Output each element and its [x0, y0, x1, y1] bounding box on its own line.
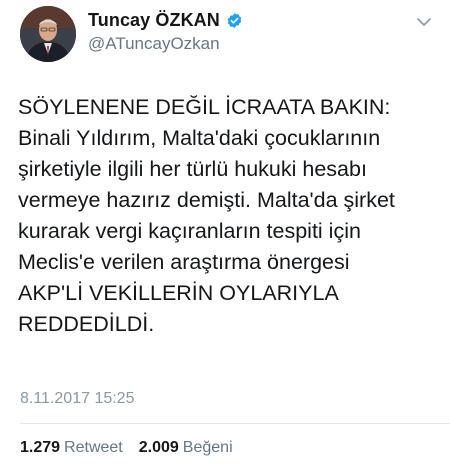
- chevron-down-icon[interactable]: [416, 14, 432, 30]
- author-display-name[interactable]: Tuncay ÖZKAN: [88, 10, 220, 31]
- avatar-image: [20, 6, 76, 62]
- retweets-label: Retweet: [64, 439, 123, 456]
- retweets-count: 1.279: [20, 439, 61, 456]
- avatar[interactable]: [20, 6, 76, 62]
- likes-count: 2.009: [138, 439, 179, 456]
- author-handle[interactable]: @ATuncayOzkan: [88, 34, 220, 54]
- tweet-card: Tuncay ÖZKAN @ATuncayOzkan SÖYLENENE DEĞ…: [0, 0, 450, 468]
- author-name-row: Tuncay ÖZKAN: [88, 10, 243, 31]
- tweet-text: SÖYLENENE DEĞİL İCRAATA BAKIN: Binali Yı…: [18, 95, 395, 336]
- divider: [20, 423, 450, 424]
- likes-stat[interactable]: 2.009 Beğeni: [139, 439, 233, 457]
- verified-badge-icon: [227, 13, 242, 28]
- tweet-stats: 1.279 Retweet 2.009 Beğeni: [20, 439, 249, 457]
- likes-label: Beğeni: [182, 439, 233, 456]
- tweet-timestamp[interactable]: 8.11.2017 15:25: [20, 390, 134, 408]
- retweets-stat[interactable]: 1.279 Retweet: [20, 439, 123, 457]
